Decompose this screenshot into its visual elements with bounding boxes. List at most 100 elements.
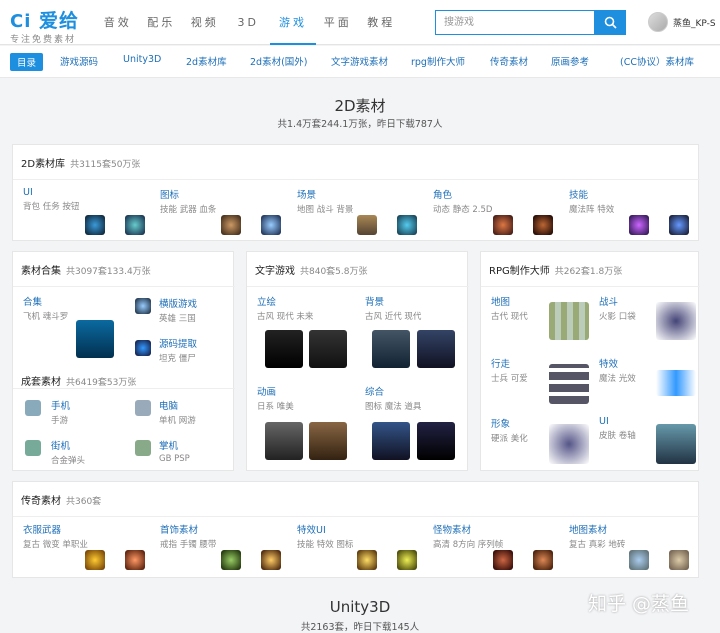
- thumbnail-image[interactable]: [25, 440, 41, 456]
- thumbnail-image[interactable]: [397, 215, 417, 235]
- thumbnail-image[interactable]: [125, 215, 145, 235]
- card-collections: 素材合集 共3097套133.4万张 合集 飞机 魂斗罗 横版游戏 英雄 三国 源码提…: [12, 251, 235, 471]
- thumbnail-image[interactable]: [357, 215, 377, 235]
- thumbnail-image[interactable]: [669, 550, 689, 570]
- subnav-cc-library[interactable]: (CC协议）素材库: [620, 54, 694, 68]
- card-title: 文字游戏 共840套5.8万张: [255, 266, 368, 277]
- thumbnail-image[interactable]: [656, 424, 696, 464]
- thumbnail-image[interactable]: [533, 550, 553, 570]
- thumbnail-image[interactable]: [135, 298, 151, 314]
- logo-slogan: 专注免费素材: [10, 35, 77, 45]
- cell-map[interactable]: 地图 古代 现代: [491, 294, 528, 322]
- thumbnail-image[interactable]: [309, 422, 347, 460]
- cell-background[interactable]: 背景 古风 近代 现代: [365, 294, 421, 322]
- thumbnail-image[interactable]: [25, 400, 41, 416]
- cell-skill[interactable]: 技能 魔法阵 特效: [569, 187, 614, 215]
- thumbnail-image[interactable]: [397, 550, 417, 570]
- thumbnail-image[interactable]: [261, 215, 281, 235]
- subnav-game-source[interactable]: 游戏源码: [60, 54, 98, 68]
- nav-sound[interactable]: 音效: [96, 0, 140, 45]
- thumbnail-image[interactable]: [656, 370, 696, 396]
- thumbnail-image[interactable]: [549, 424, 589, 464]
- cell-effect-ui[interactable]: 特效UI 技能 特效 图标: [297, 522, 353, 550]
- section-title-2d: 2D素材: [334, 97, 386, 115]
- nav-video[interactable]: 视频: [183, 0, 227, 45]
- logo-mark-icon: Ci: [10, 11, 32, 32]
- thumbnail-image[interactable]: [261, 550, 281, 570]
- card-rpg-maker: RPG制作大师 共262套1.8万张 地图 古代 现代 战斗 火影 口袋 行走 士兵 可…: [480, 251, 700, 471]
- thumbnail-image[interactable]: [417, 330, 455, 368]
- thumbnail-image[interactable]: [549, 302, 589, 340]
- subnav-concept-art[interactable]: 原画参考: [551, 54, 589, 68]
- cell-walking[interactable]: 行走 士兵 可爱: [491, 356, 528, 384]
- cell-icon[interactable]: 图标 技能 武器 血条: [160, 187, 216, 215]
- search-button[interactable]: [595, 10, 626, 35]
- cell-pc[interactable]: 电脑 单机 网游: [159, 398, 196, 426]
- catalog-button[interactable]: 目录: [10, 53, 44, 71]
- subnav-legend[interactable]: 传奇素材: [490, 54, 528, 68]
- site-logo[interactable]: Ci 爱给 专注免费素材: [10, 6, 79, 45]
- thumbnail-image[interactable]: [85, 550, 105, 570]
- cell-armor-weapon[interactable]: 衣服武器 复古 微变 单职业: [23, 522, 88, 550]
- card-title: 2D素材库 共3115套50万张: [21, 159, 141, 170]
- cell-ui[interactable]: UI 背包 任务 按钮: [23, 187, 79, 212]
- thumbnail-image[interactable]: [76, 320, 114, 358]
- thumbnail-image[interactable]: [629, 550, 649, 570]
- thumbnail-image[interactable]: [135, 400, 151, 416]
- card-title: 传奇素材 共360套: [21, 496, 102, 507]
- thumbnail-image[interactable]: [265, 330, 303, 368]
- cell-side-scroller[interactable]: 横版游戏 英雄 三国: [159, 296, 197, 324]
- cell-jewelry[interactable]: 首饰素材 戒指 手镯 腰带: [160, 522, 216, 550]
- cell-character[interactable]: 角色 动态 静态 2.5D: [433, 187, 492, 215]
- cell-portrait[interactable]: 立绘 古风 现代 未来: [257, 294, 313, 322]
- cell-rpg-ui[interactable]: UI 皮肤 卷轴: [599, 416, 636, 441]
- cell-handheld[interactable]: 掌机 GB PSP: [159, 438, 190, 464]
- thumbnail-image[interactable]: [417, 422, 455, 460]
- user-menu[interactable]: 蒸鱼_KP-S: [648, 12, 716, 32]
- subnav-unity3d[interactable]: Unity3D: [123, 54, 161, 65]
- thumbnail-image[interactable]: [549, 364, 589, 404]
- cell-avatar[interactable]: 形象 硬派 美化: [491, 416, 528, 444]
- nav-graphic[interactable]: 平面: [316, 0, 360, 45]
- thumbnail-image[interactable]: [372, 422, 410, 460]
- cell-battle[interactable]: 战斗 火影 口袋: [599, 294, 636, 322]
- nav-3d[interactable]: 3D: [227, 0, 271, 45]
- top-header: Ci 爱给 专注免费素材 音效 配乐 视频 3D 游戏 平面 教程 搜游戏 蒸鱼…: [0, 0, 720, 45]
- cell-general[interactable]: 综合 图标 魔法 道具: [365, 384, 421, 412]
- thumbnail-image[interactable]: [221, 215, 241, 235]
- card-text-game: 文字游戏 共840套5.8万张 立绘 古风 现代 未来 背景 古风 近代 现代 动画日…: [246, 251, 469, 471]
- thumbnail-image[interactable]: [493, 215, 513, 235]
- thumbnail-image[interactable]: [656, 302, 696, 340]
- subnav-rpg-maker[interactable]: rpg制作大师: [411, 54, 465, 68]
- thumbnail-image[interactable]: [372, 330, 410, 368]
- cell-effect[interactable]: 特效 魔法 光效: [599, 356, 636, 384]
- thumbnail-image[interactable]: [357, 550, 377, 570]
- cell-mobile[interactable]: 手机 手游: [51, 398, 70, 426]
- nav-tutorial[interactable]: 教程: [360, 0, 404, 45]
- thumbnail-image[interactable]: [125, 550, 145, 570]
- cell-scene[interactable]: 场景 地图 战斗 背景: [297, 187, 353, 215]
- thumbnail-image[interactable]: [493, 550, 513, 570]
- cell-source-extract[interactable]: 源码提取 坦克 僵尸: [159, 336, 197, 364]
- cell-map-assets[interactable]: 地图素材 复古 真彩 地砖: [569, 522, 625, 550]
- thumbnail-image[interactable]: [85, 215, 105, 235]
- search-input[interactable]: 搜游戏: [435, 10, 595, 35]
- subnav-2d-foreign[interactable]: 2d素材(国外): [250, 54, 308, 68]
- cell-collection[interactable]: 合集 飞机 魂斗罗: [23, 294, 68, 322]
- subnav-text-game[interactable]: 文字游戏素材: [331, 54, 388, 68]
- cell-arcade[interactable]: 街机 合金弹头: [51, 438, 85, 466]
- thumbnail-image[interactable]: [669, 215, 689, 235]
- thumbnail-image[interactable]: [265, 422, 303, 460]
- subnav-2d-library[interactable]: 2d素材库: [186, 54, 227, 68]
- thumbnail-image[interactable]: [135, 340, 151, 356]
- thumbnail-image[interactable]: [309, 330, 347, 368]
- cell-animation[interactable]: 动画 日系 唯美: [257, 384, 294, 412]
- thumbnail-image[interactable]: [221, 550, 241, 570]
- nav-game[interactable]: 游戏: [270, 0, 316, 45]
- thumbnail-image[interactable]: [629, 215, 649, 235]
- thumbnail-image[interactable]: [533, 215, 553, 235]
- thumbnail-image[interactable]: [135, 440, 151, 456]
- nav-music[interactable]: 配乐: [140, 0, 184, 45]
- card-title-sets: 成套素材 共6419套53万张: [21, 377, 137, 388]
- cell-monster[interactable]: 怪物素材 高清 8方向 序列帧: [433, 522, 503, 550]
